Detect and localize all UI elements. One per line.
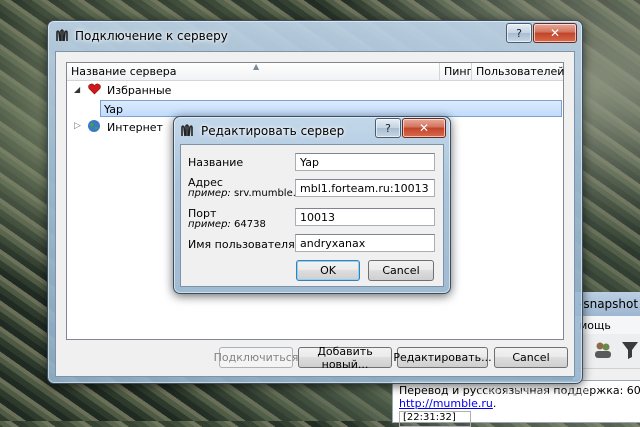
background-window-title: -snapshot [579, 297, 639, 311]
users-icon[interactable] [593, 340, 613, 360]
edit-help-button[interactable]: ? [375, 118, 401, 138]
name-label: Название [188, 156, 244, 169]
connect-button[interactable]: Подключиться [214, 347, 298, 368]
connect-help-button[interactable]: ? [506, 23, 532, 43]
tree-item-favorites-label: Избранные [107, 84, 172, 97]
connect-dialog-title: Подключение к серверу [75, 29, 228, 43]
address-hint-prefix: пример: [188, 188, 231, 199]
connect-close-button[interactable]: ✕ [533, 23, 577, 43]
tree-item-internet-label: Интернет [107, 121, 163, 134]
toolbar [573, 334, 640, 369]
ok-button[interactable]: OK [296, 260, 360, 281]
port-hint-value: 64738 [234, 219, 266, 230]
collapsed-arrow-icon[interactable]: ▷ [74, 121, 81, 131]
connect-cancel-button[interactable]: Cancel [494, 347, 568, 368]
sort-arrow-icon: ▲ [253, 62, 260, 71]
log-link-suffix: . [492, 397, 497, 410]
tree-item-favorites[interactable]: ◢ Избранные [67, 81, 563, 99]
filter-icon[interactable] [621, 340, 639, 360]
log-link[interactable]: http://mumble.ru [399, 397, 493, 410]
add-new-button[interactable]: Добавить новый... [298, 345, 392, 371]
username-label: Имя пользователя [188, 238, 295, 251]
expanded-arrow-icon[interactable]: ◢ [74, 85, 80, 94]
edit-close-button[interactable]: ✕ [402, 118, 446, 138]
log-timestamp: [22:31:32] [403, 412, 456, 423]
port-input[interactable] [295, 208, 435, 226]
background-menu-item[interactable]: мощь [579, 319, 611, 332]
address-input[interactable] [295, 179, 435, 197]
mumble-logo-icon [55, 29, 69, 43]
column-header-name[interactable]: Название сервера [71, 65, 176, 78]
watermark: YAPLAKAL.COM [476, 384, 593, 398]
log-timestamp-box: [22:31:32] [399, 411, 471, 427]
edit-server-dialog: Редактировать сервер ? ✕ Название Адрес … [173, 116, 451, 294]
edit-dialog-body: Название Адрес пример: srv.mumble.ru Пор… [180, 144, 444, 287]
port-hint: пример: 64738 [188, 219, 266, 230]
tree-item-server-yap[interactable]: Yap [100, 100, 562, 117]
tree-item-server-label: Yap [104, 103, 123, 116]
edit-cancel-button[interactable]: Cancel [368, 260, 434, 281]
column-header-users[interactable]: Пользователей [476, 65, 564, 78]
column-header-ping[interactable]: Пинг [444, 65, 472, 78]
edit-button[interactable]: Редактировать... [393, 347, 492, 368]
mumble-logo-icon [180, 124, 194, 138]
edit-dialog-title: Редактировать сервер [201, 124, 345, 138]
heart-icon [88, 83, 101, 98]
port-hint-prefix: пример: [188, 219, 231, 230]
address-hint: пример: srv.mumble.ru [188, 188, 306, 199]
server-tree-header: Название сервера ▲ Пинг Пользователей [67, 62, 564, 81]
name-input[interactable] [295, 153, 435, 171]
username-input[interactable] [295, 234, 435, 252]
globe-icon [87, 119, 101, 136]
